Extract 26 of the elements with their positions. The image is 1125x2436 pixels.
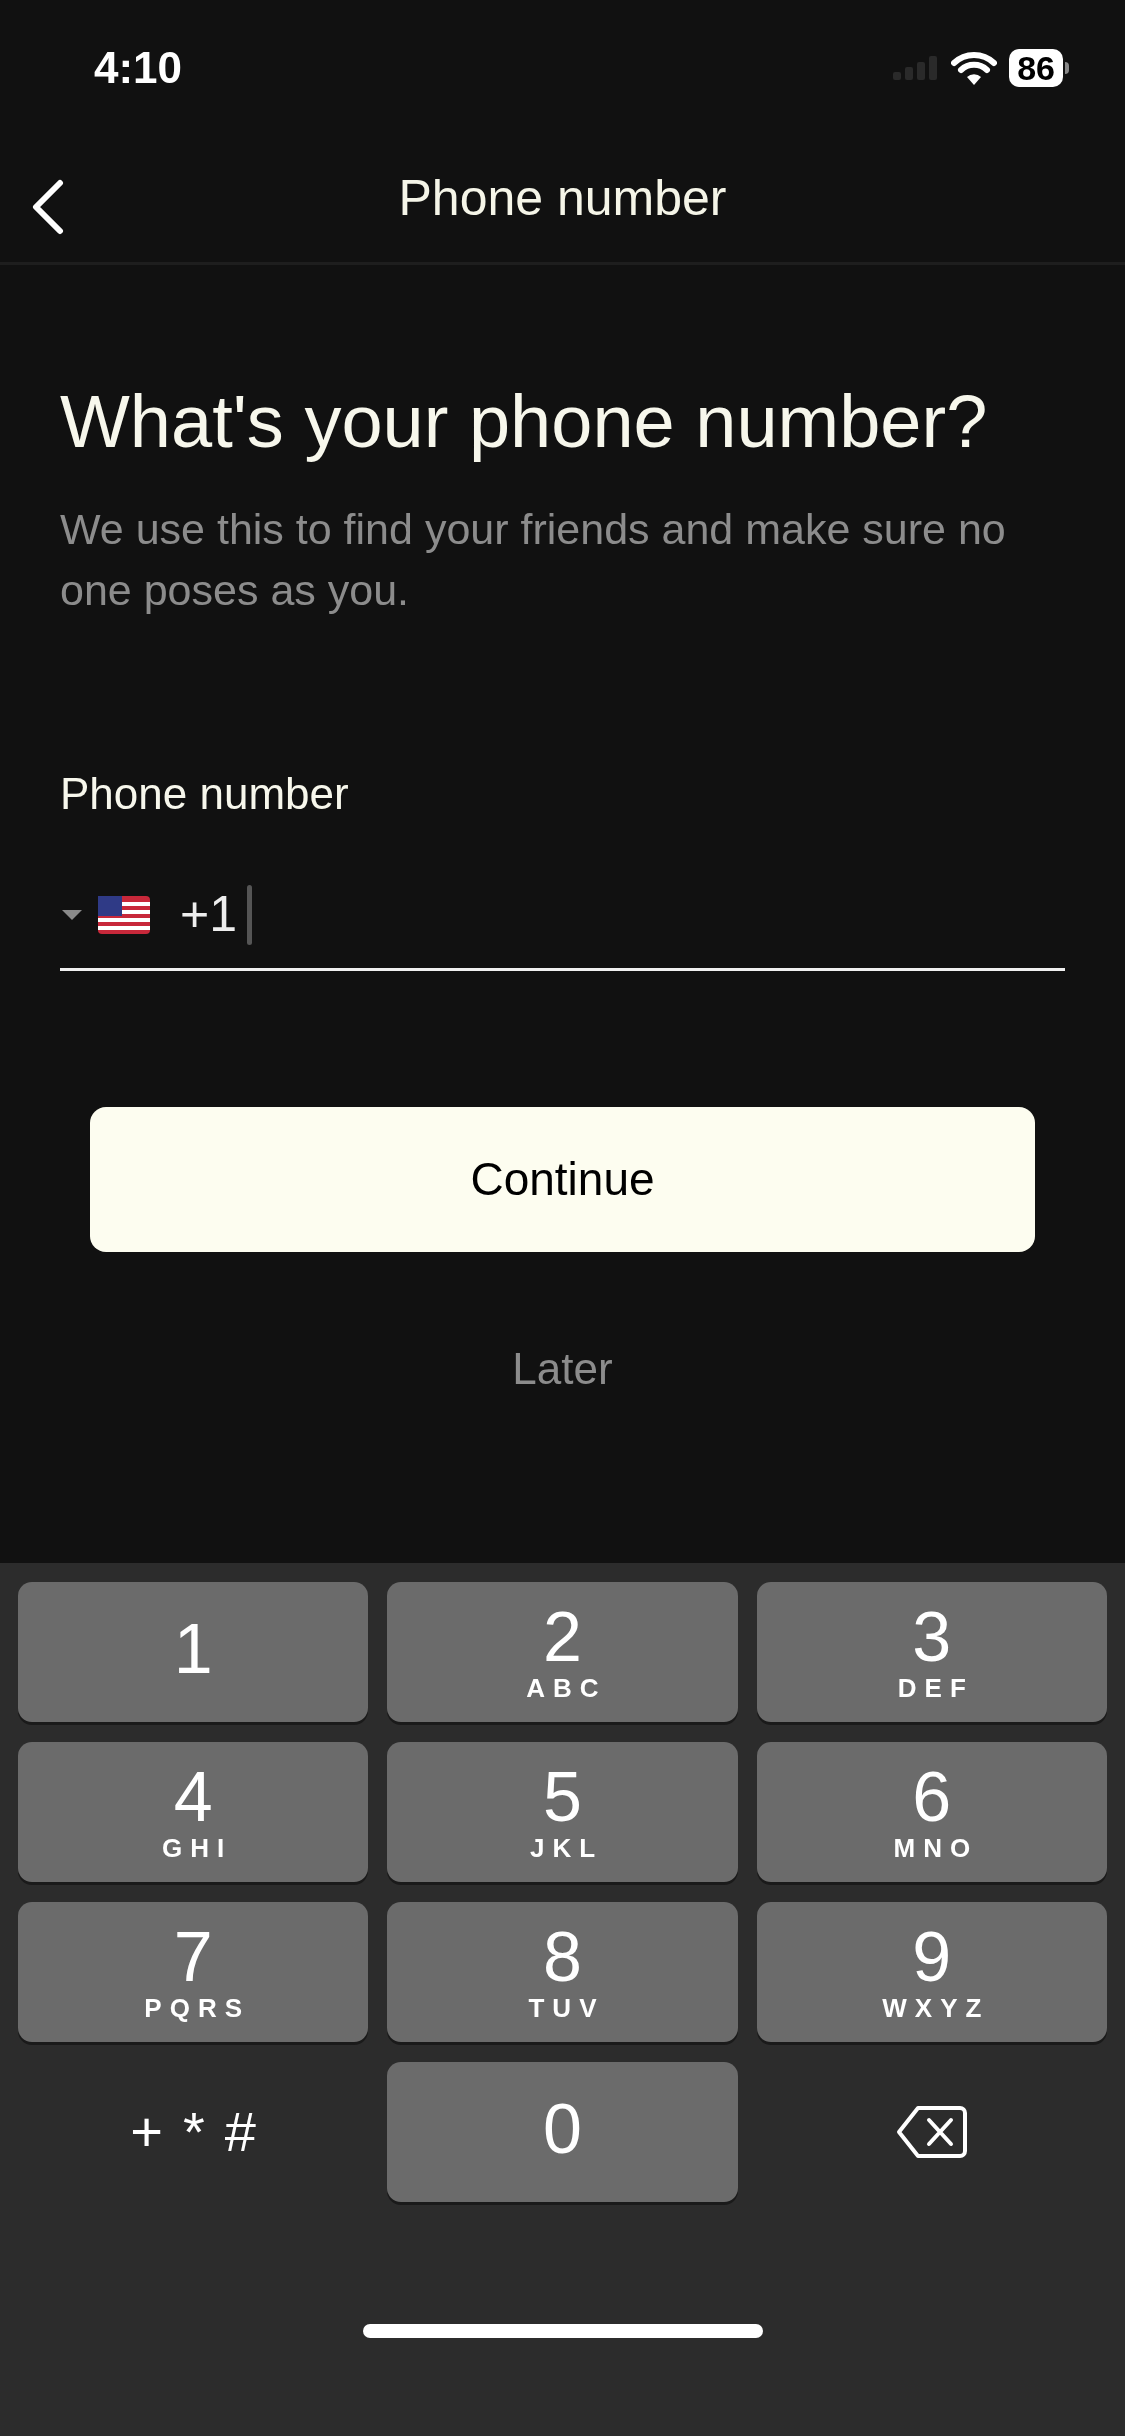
keypad-key[interactable]: 8 TUV xyxy=(387,1902,738,2042)
wifi-icon xyxy=(951,50,998,85)
keypad-key[interactable]: 1 xyxy=(18,1582,369,1722)
flag-icon xyxy=(98,895,150,934)
keypad-key[interactable]: 6 MNO xyxy=(756,1742,1107,1882)
battery-indicator: 86 xyxy=(1009,48,1069,87)
keypad-key[interactable]: 2 ABC xyxy=(387,1582,738,1722)
keypad-key[interactable]: 4 GHI xyxy=(18,1742,369,1882)
keypad-key[interactable]: 9 WXYZ xyxy=(756,1902,1107,2042)
field-label: Phone number xyxy=(60,768,350,820)
signal-icon xyxy=(893,55,940,80)
keypad-key[interactable]: 3 DEF xyxy=(756,1582,1107,1722)
continue-button[interactable]: Continue xyxy=(90,1107,1035,1252)
keypad-key[interactable]: 5 JKL xyxy=(387,1742,738,1882)
later-button[interactable]: Later xyxy=(502,1336,623,1402)
phone-input[interactable]: +1 xyxy=(180,877,245,952)
screen-title: Phone number xyxy=(398,169,727,228)
keypad-key[interactable]: 0 xyxy=(387,2062,738,2202)
backspace-icon xyxy=(895,2104,968,2160)
heading: What's your phone number? xyxy=(60,379,989,465)
keypad-key[interactable]: 7 PQRS xyxy=(18,1902,369,2042)
caret-icon xyxy=(60,907,84,922)
subtitle: We use this to find your friends and make sure no one poses as you. xyxy=(60,504,1007,616)
status-time: 4:10 xyxy=(94,41,183,94)
text-cursor xyxy=(247,884,252,945)
symbols-key[interactable]: +*# xyxy=(18,2062,369,2202)
